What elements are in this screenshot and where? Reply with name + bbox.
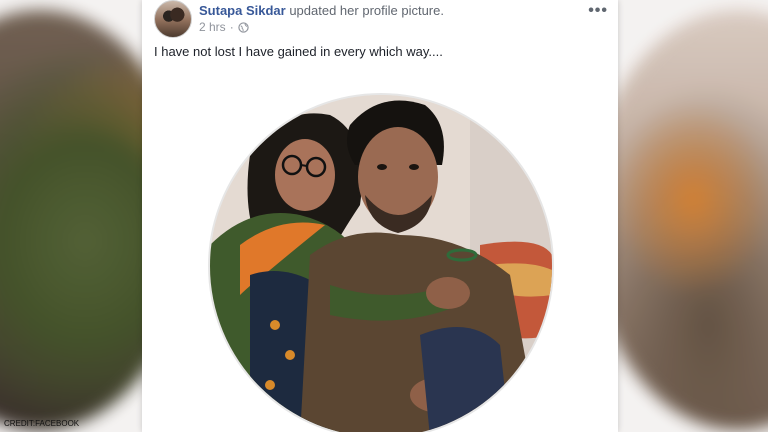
post-header-text: Sutapa Sikdar updated her profile pictur… xyxy=(199,3,444,35)
post-timestamp[interactable]: 2 hrs xyxy=(199,20,226,35)
author-avatar[interactable] xyxy=(154,0,192,38)
post-meta: 2 hrs · xyxy=(199,20,444,35)
post-body-text: I have not lost I have gained in every w… xyxy=(154,44,443,59)
post-author-line: Sutapa Sikdar updated her profile pictur… xyxy=(199,3,444,18)
author-name-link[interactable]: Sutapa Sikdar xyxy=(199,3,286,18)
photo-credit: CREDIT:FACEBOOK xyxy=(4,419,80,428)
meta-separator: · xyxy=(229,20,234,34)
post-action-text: updated her profile picture. xyxy=(289,3,444,18)
facebook-post-card: Sutapa Sikdar updated her profile pictur… xyxy=(142,0,618,432)
post-header: Sutapa Sikdar updated her profile pictur… xyxy=(154,0,444,38)
profile-photo[interactable] xyxy=(208,93,554,432)
globe-icon[interactable] xyxy=(238,22,249,33)
screenshot-stage: Sutapa Sikdar updated her profile pictur… xyxy=(0,0,768,432)
post-options-button[interactable]: ••• xyxy=(588,2,608,20)
profile-photo-illustration xyxy=(210,95,552,432)
